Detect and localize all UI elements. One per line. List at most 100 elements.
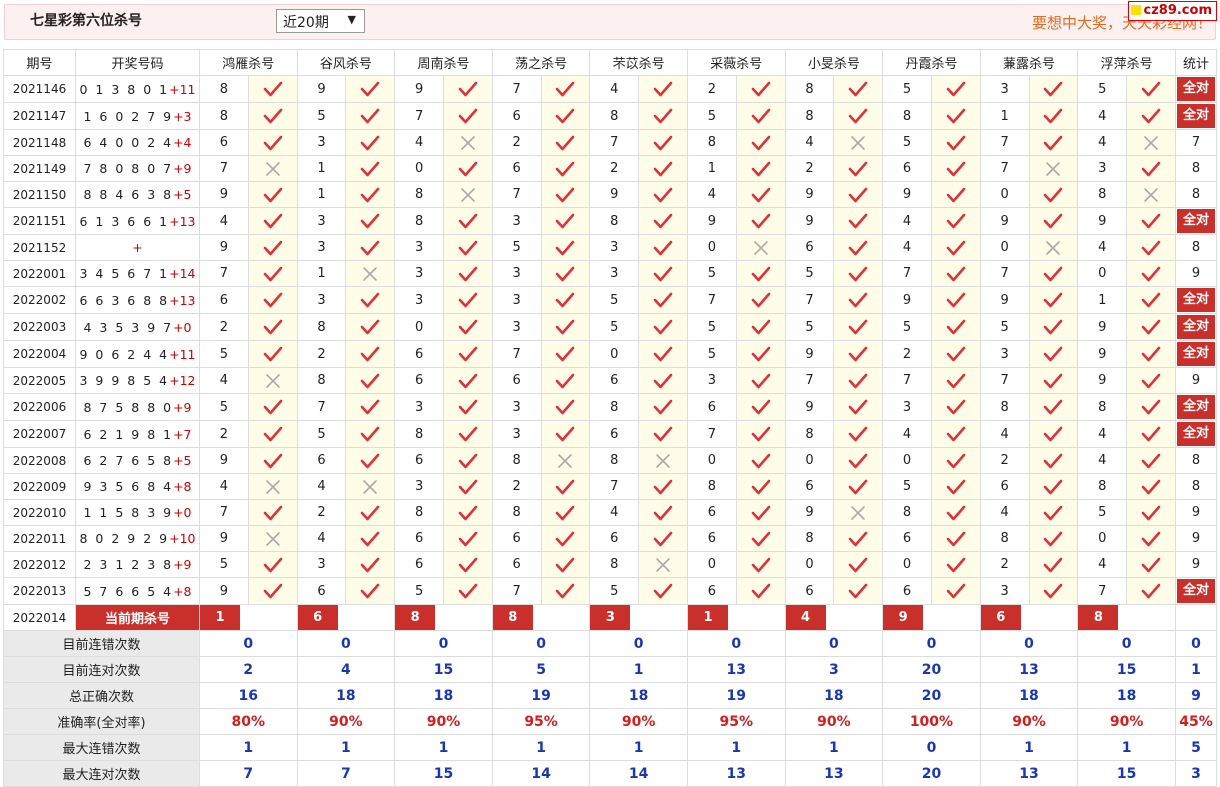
draw-numbers: 1 1 5 8 3 9+0: [75, 499, 200, 526]
stat-count: 8: [1175, 234, 1217, 261]
summary-value: 0: [784, 630, 884, 657]
draw-numbers: 9 3 5 6 8 4+8: [75, 473, 200, 500]
stat-count: 9: [1175, 525, 1217, 552]
summary-total: 5: [1175, 734, 1217, 761]
draw-numbers: 4 3 5 3 9 7+0: [75, 313, 200, 341]
kill-number: 9: [686, 207, 737, 235]
kill-number: 7: [491, 181, 542, 208]
kill-number: 8: [882, 499, 932, 526]
current-issue: 2022014: [3, 604, 76, 631]
check-icon: [1028, 393, 1079, 421]
summary-value: 19: [491, 682, 591, 709]
current-kill-number: 4: [786, 605, 826, 630]
kill-number: 8: [296, 367, 347, 394]
summary-value: 13: [686, 760, 786, 787]
check-icon: [247, 447, 298, 474]
kill-number: 4: [1077, 234, 1128, 261]
check-icon: [833, 473, 884, 500]
kill-number: 7: [491, 577, 542, 605]
check-icon: [442, 75, 493, 103]
kill-number: 8: [979, 393, 1030, 421]
stat-cell: 全对: [1175, 577, 1217, 605]
check-icon: [442, 499, 493, 526]
kill-number: 7: [979, 155, 1030, 182]
expert-header: 采薇杀号: [686, 49, 786, 76]
summary-value: 95%: [686, 708, 786, 735]
site-logo[interactable]: cz89.com: [1127, 1, 1217, 21]
kill-number: 9: [1077, 340, 1128, 368]
check-icon: [735, 260, 786, 287]
expert-header: 荡之杀号: [491, 49, 591, 76]
issue-number: 2021150: [3, 181, 76, 208]
check-icon: [540, 155, 591, 182]
check-icon: [345, 313, 396, 341]
kill-number: 6: [589, 420, 640, 448]
check-icon: [1126, 340, 1176, 368]
kill-number: 3: [394, 260, 444, 287]
kill-number: 8: [394, 181, 444, 208]
summary-row: 最大连错次数 1 1 1 1 1 1 1 0 1 1 5: [3, 734, 1217, 761]
cross-icon: [833, 499, 884, 526]
draw-extra: +3: [173, 108, 192, 124]
summary-row: 目前连错次数 0 0 0 0 0 0 0 0 0 0 0: [3, 630, 1217, 657]
check-icon: [833, 234, 884, 261]
kill-number: 3: [394, 234, 444, 261]
kill-number: 7: [199, 260, 249, 287]
summary-value: 0: [686, 630, 786, 657]
kill-number: 9: [296, 75, 347, 103]
draw-digits: 8 7 5 8 8 0: [83, 399, 174, 415]
kill-number: 2: [199, 313, 249, 341]
check-icon: [540, 420, 591, 448]
issue-number: 2022003: [3, 313, 76, 341]
kill-number: 4: [686, 181, 737, 208]
check-icon: [930, 286, 981, 314]
summary-value: 1: [491, 734, 591, 761]
summary-value: 20: [882, 656, 981, 683]
table-header-row: 期号 开奖号码 鸿雁杀号 谷风杀号 周南杀号 荡之杀号 芣苡杀号 采薇杀号 小旻杀号 丹霞杀号…: [3, 49, 1217, 76]
kill-number: 8: [1077, 393, 1128, 421]
kill-number: 1: [296, 155, 347, 182]
draw-extra: +11: [169, 346, 196, 362]
check-icon: [247, 551, 298, 578]
check-icon: [247, 207, 298, 235]
kill-number: 9: [199, 577, 249, 605]
kill-number: 8: [686, 129, 737, 156]
kill-number: 8: [491, 447, 542, 474]
kill-number: 1: [296, 181, 347, 208]
check-icon: [930, 155, 981, 182]
kill-number: 6: [589, 367, 640, 394]
kill-number: 2: [296, 499, 347, 526]
kill-number: 9: [589, 181, 640, 208]
kill-number: 6: [784, 577, 835, 605]
kill-number: 2: [686, 75, 737, 103]
check-icon: [1028, 129, 1079, 156]
kill-number: 8: [589, 207, 640, 235]
expert-header: 芣苡杀号: [589, 49, 688, 76]
period-select[interactable]: 近20期 ▼: [276, 9, 365, 33]
summary-value: 0: [491, 630, 591, 657]
check-icon: [638, 499, 688, 526]
kill-number: 6: [491, 551, 542, 578]
draw-numbers: 6 2 7 6 5 8+5: [75, 447, 200, 474]
draw-digits: 7 8 0 8 0 7: [83, 161, 174, 176]
check-icon: [735, 155, 786, 182]
check-icon: [833, 260, 884, 287]
cross-icon: [540, 447, 591, 474]
check-icon: [442, 234, 493, 261]
summary-value: 19: [686, 682, 786, 709]
check-icon: [1028, 286, 1079, 314]
summary-value: 0: [394, 630, 493, 657]
issue-number: 2021149: [3, 155, 76, 182]
check-icon: [1126, 577, 1176, 605]
issue-header: 期号: [3, 49, 76, 76]
kill-number: 0: [882, 447, 932, 474]
check-icon: [930, 313, 981, 341]
current-kill-cell: 4: [784, 604, 884, 631]
draw-digits: 5 7 6 6 5 4: [83, 583, 174, 599]
check-icon: [540, 234, 591, 261]
check-icon: [1028, 75, 1079, 103]
check-icon: [247, 234, 298, 261]
check-icon: [638, 102, 688, 130]
kill-number: 7: [979, 260, 1030, 287]
check-icon: [442, 420, 493, 448]
